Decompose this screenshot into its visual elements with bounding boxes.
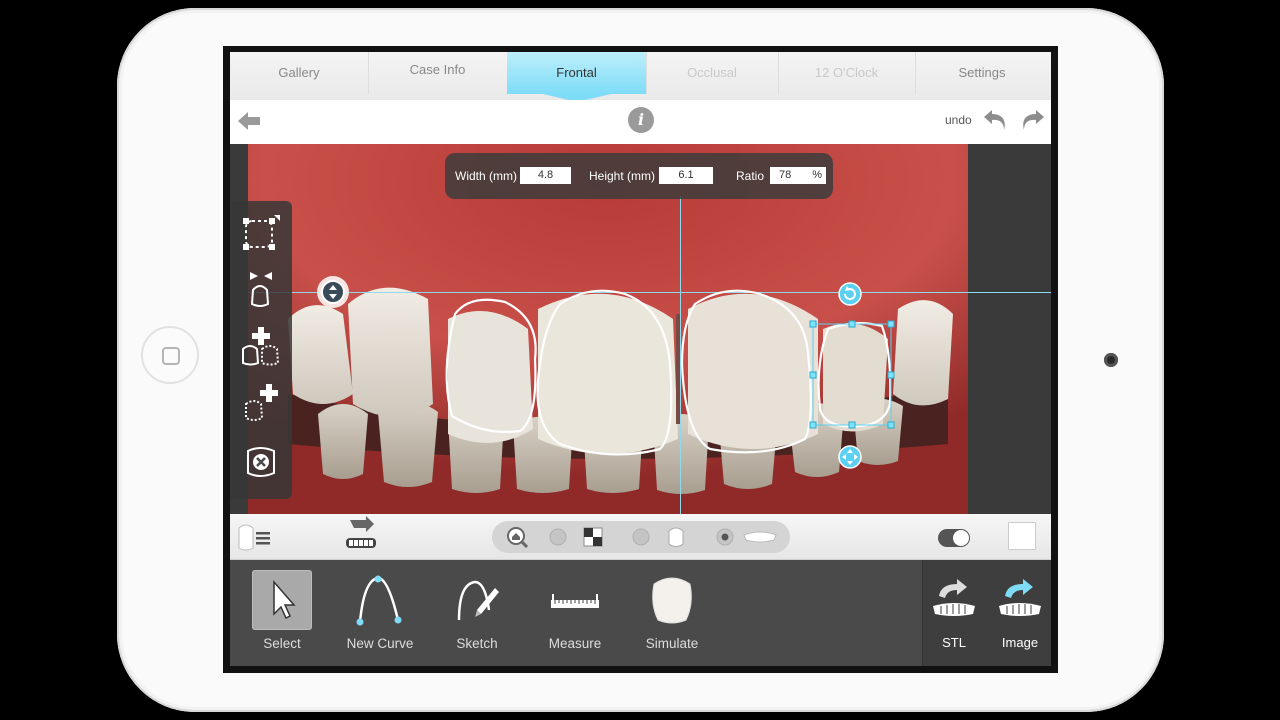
tab-bar: Gallery Case Info Frontal Occlusal 12 O'… bbox=[230, 52, 1051, 102]
back-arrow-icon[interactable] bbox=[236, 108, 262, 134]
zoom-home-icon[interactable] bbox=[506, 526, 528, 548]
tooth-outlines-overlay bbox=[445, 289, 895, 456]
vertical-adjust-handle-icon[interactable] bbox=[316, 275, 350, 309]
export-panel: STL Image bbox=[922, 560, 1051, 666]
tooth-list-icon[interactable] bbox=[236, 522, 272, 552]
ratio-value: 78 bbox=[779, 169, 792, 181]
shape-tools-palette bbox=[230, 201, 292, 499]
export-image-icon bbox=[999, 579, 1041, 616]
opacity-low-icon[interactable] bbox=[547, 526, 569, 548]
app-window: Gallery Case Info Frontal Occlusal 12 O'… bbox=[230, 52, 1051, 666]
screen: Gallery Case Info Frontal Occlusal 12 O'… bbox=[223, 46, 1058, 673]
view-mode-segment bbox=[492, 521, 790, 553]
select-tool-button[interactable]: Select bbox=[236, 570, 328, 656]
export-stl-button[interactable]: STL bbox=[923, 570, 985, 654]
home-square-icon bbox=[162, 347, 180, 365]
tab-settings[interactable]: Settings bbox=[915, 52, 1049, 94]
select-bounding-box-icon[interactable] bbox=[240, 211, 282, 253]
export-stl-icon bbox=[933, 579, 975, 616]
width-field[interactable]: 4.8 bbox=[520, 167, 571, 184]
tooth-outline-icon[interactable] bbox=[665, 526, 687, 548]
info-icon[interactable]: i bbox=[628, 107, 654, 133]
export-stl-label: STL bbox=[942, 635, 966, 650]
export-image-label: Image bbox=[1001, 635, 1039, 650]
tab-occlusal[interactable]: Occlusal bbox=[646, 52, 779, 94]
measure-tool-button[interactable]: Measure bbox=[529, 570, 621, 656]
measure-tool-label: Measure bbox=[548, 636, 602, 651]
add-tooth-icon[interactable] bbox=[240, 382, 282, 424]
cursor-arrow-icon bbox=[252, 570, 312, 630]
width-label: Width (mm) bbox=[455, 169, 517, 183]
new-curve-tool-button[interactable]: New Curve bbox=[334, 570, 426, 656]
sketch-tool-label: Sketch bbox=[456, 636, 498, 651]
tooth-import-icon[interactable] bbox=[342, 516, 380, 556]
outline-central-left bbox=[536, 289, 673, 456]
ratio-unit: % bbox=[812, 169, 822, 181]
delete-shape-icon[interactable] bbox=[240, 441, 282, 483]
view-options-bar bbox=[230, 514, 1051, 560]
toggle-knob bbox=[953, 530, 969, 546]
undo-arrow-icon[interactable] bbox=[982, 106, 1010, 134]
redo-arrow-icon[interactable] bbox=[1018, 106, 1046, 134]
ruler-icon bbox=[551, 594, 599, 608]
new-curve-tool-label: New Curve bbox=[346, 636, 414, 651]
tab-12-oclock[interactable]: 12 O'Clock bbox=[778, 52, 916, 94]
export-image-button[interactable]: Image bbox=[989, 570, 1051, 654]
ratio-label: Ratio bbox=[736, 169, 765, 183]
ratio-field[interactable]: 78 % bbox=[770, 167, 826, 184]
tab-case-info[interactable]: Case Info bbox=[368, 52, 508, 94]
height-field[interactable]: 6.1 bbox=[659, 167, 713, 184]
dimension-panel: Width (mm) 4.8 Height (mm) 6.1 Ratio 78 … bbox=[445, 153, 833, 199]
opacity-mid-icon[interactable] bbox=[630, 526, 652, 548]
outline-central-right bbox=[680, 289, 812, 454]
outline-lateral-left bbox=[445, 298, 537, 434]
opacity-full-icon[interactable] bbox=[714, 526, 736, 548]
tab-frontal[interactable]: Frontal bbox=[507, 52, 647, 102]
home-button[interactable] bbox=[141, 326, 199, 384]
sketch-tool-button[interactable]: Sketch bbox=[431, 570, 523, 656]
bottom-toolbar: Select New Curve Sketch Measure Simulate… bbox=[230, 560, 1051, 666]
undo-label[interactable]: undo bbox=[945, 113, 972, 127]
overlay-toggle[interactable] bbox=[938, 529, 970, 547]
sketch-pen-icon bbox=[457, 580, 499, 621]
tab-gallery[interactable]: Gallery bbox=[230, 52, 369, 94]
camera-icon bbox=[1104, 353, 1118, 367]
simulate-tool-label: Simulate bbox=[645, 636, 699, 651]
color-swatch[interactable] bbox=[1008, 522, 1036, 550]
contrast-icon[interactable] bbox=[582, 526, 604, 548]
teeth-row-icon[interactable] bbox=[742, 526, 778, 548]
tooth-simulate-icon bbox=[652, 577, 692, 624]
height-label: Height (mm) bbox=[589, 169, 656, 183]
simulate-tool-button[interactable]: Simulate bbox=[626, 570, 718, 656]
curve-icon bbox=[356, 575, 402, 626]
add-tooth-pair-icon[interactable] bbox=[240, 325, 282, 367]
photo-canvas[interactable]: Width (mm) 4.8 Height (mm) 6.1 Ratio 78 … bbox=[230, 144, 1051, 514]
outline-lateral-right bbox=[817, 322, 892, 428]
rotate-handle-icon[interactable] bbox=[838, 282, 862, 306]
compress-shape-icon[interactable] bbox=[240, 268, 282, 310]
select-tool-label: Select bbox=[263, 636, 301, 651]
nav-row: i undo bbox=[230, 100, 1051, 144]
move-handle-icon[interactable] bbox=[838, 445, 862, 469]
